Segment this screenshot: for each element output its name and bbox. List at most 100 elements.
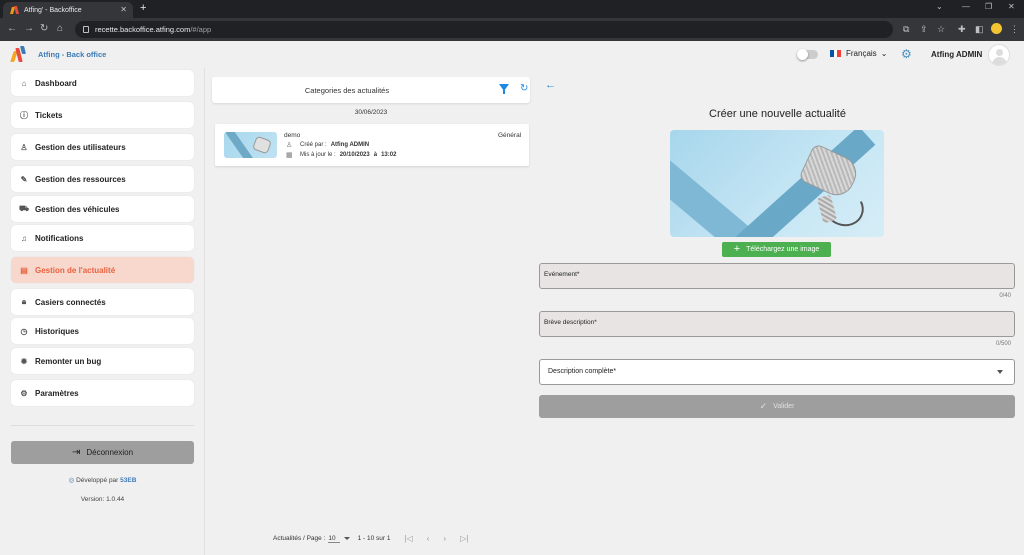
bookmark-star-icon[interactable]: ☆ (937, 24, 945, 35)
logout-icon: ⇥ (71, 447, 81, 458)
sidebar-divider (11, 425, 194, 426)
sidebar-item-label: Gestion des ressources (35, 174, 126, 184)
developer-brand[interactable]: 53EB (120, 477, 136, 484)
pagination: Actualités / Page : 10 1 - 10 sur 1 |◁ ‹… (273, 534, 468, 543)
tab-title: Atfing' - Backoffice (24, 6, 82, 14)
submit-button[interactable]: ✓ Valider (539, 395, 1015, 418)
submit-label: Valider (773, 403, 795, 410)
event-field[interactable]: Evénement* (539, 263, 1015, 289)
next-page-icon[interactable]: › (443, 534, 446, 543)
short-description-field[interactable]: Brève description* (539, 311, 1015, 337)
sidebar-item-settings[interactable]: ⚙ Paramètres (11, 380, 194, 406)
tab-close-icon[interactable]: ✕ (120, 5, 127, 14)
chevron-down-icon[interactable]: ⌄ (936, 2, 943, 11)
bug-icon: ✹ (20, 356, 28, 366)
chevron-down-icon[interactable] (343, 537, 350, 540)
side-panel-icon[interactable]: ◧ (975, 24, 984, 35)
page-range: 1 - 10 sur 1 (357, 535, 391, 542)
user-icon: ♙ (20, 142, 28, 152)
gear-icon[interactable]: ⚙ (901, 47, 912, 61)
list-item[interactable]: demo Général ♙ Créé par : Atfing ADMIN ▦… (215, 124, 529, 166)
form-title: Créer une nouvelle actualité (709, 108, 846, 120)
news-list-panel: Categories des actualités ↻ 30/06/2023 d… (205, 68, 535, 555)
sidebar-item-vehicles[interactable]: ⛟ Gestion des véhicules (11, 196, 194, 222)
sidebar-item-dashboard[interactable]: ⌂ Dashboard (11, 70, 194, 96)
app-version: Version: 1.0.44 (80, 496, 125, 503)
sidebar-item-label: Paramètres (35, 388, 79, 398)
reload-icon[interactable]: ↻ (40, 23, 48, 34)
language-label: Français (846, 49, 877, 58)
back-arrow-icon[interactable]: ← (545, 79, 556, 91)
prev-page-icon[interactable]: ‹ (427, 534, 430, 543)
check-icon: ✓ (759, 401, 768, 411)
language-select[interactable]: Français ⌄ (830, 49, 887, 58)
tab-favicon-icon (11, 6, 19, 14)
news-updated-at: ▦ Mis à jour le : 20/10/2023 à 13:02 (286, 152, 397, 159)
sidebar-item-resources[interactable]: ✎ Gestion des ressources (11, 166, 194, 192)
browser-tab[interactable]: Atfing' - Backoffice ✕ (3, 2, 133, 18)
window-close-icon[interactable]: ✕ (1008, 2, 1015, 11)
extensions-icon[interactable]: ✚ (958, 24, 966, 35)
upload-image-label: Téléchargez une image (746, 246, 820, 253)
url-host: recette.backoffice.atfing.com (95, 25, 191, 34)
url-input[interactable]: recette.backoffice.atfing.com /#/app (75, 21, 893, 38)
theme-toggle[interactable] (797, 49, 818, 60)
full-description-select[interactable]: Description complète* (539, 359, 1015, 385)
sidebar-item-label: Gestion des utilisateurs (35, 142, 126, 152)
per-page-label: Actualités / Page : (273, 535, 326, 542)
user-name: Atfing ADMIN (931, 50, 983, 59)
app-header: Atfing - Back office Français ⌄ ⚙ Atfing… (0, 41, 1024, 68)
plus-icon: + (733, 243, 741, 255)
browser-address-bar: ← → ↻ ⌂ recette.backoffice.atfing.com /#… (0, 18, 1024, 41)
chevron-down-icon: ⌄ (880, 49, 888, 58)
sidebar: ⌂ Dashboard ⓘ Tickets ♙ Gestion des util… (0, 68, 205, 555)
truck-icon: ⛟ (18, 204, 30, 213)
lock-icon (83, 26, 89, 33)
news-image-preview (670, 130, 884, 237)
sidebar-item-tickets[interactable]: ⓘ Tickets (11, 102, 194, 128)
browser-tabbar: Atfing' - Backoffice ✕ + ⌄ — ❐ ✕ (0, 0, 1024, 18)
install-app-icon[interactable]: ⧉ (903, 24, 909, 35)
history-icon: ◷ (20, 326, 28, 336)
sidebar-item-label: Tickets (35, 110, 63, 120)
home-icon: ⌂ (21, 78, 27, 88)
url-path: /#/app (190, 25, 212, 34)
sidebar-item-history[interactable]: ◷ Historiques (11, 318, 194, 344)
sidebar-item-users[interactable]: ♙ Gestion des utilisateurs (11, 134, 194, 160)
last-page-icon[interactable]: ▷| (460, 534, 468, 543)
pencil-icon: ✎ (20, 174, 28, 184)
sidebar-item-report-bug[interactable]: ✹ Remonter un bug (11, 348, 194, 374)
sidebar-item-label: Historiques (35, 326, 80, 336)
news-name: demo (284, 132, 301, 139)
upload-image-button[interactable]: + Téléchargez une image (722, 242, 831, 257)
event-counter: 0/40 (999, 293, 1011, 299)
app-logo (10, 46, 26, 62)
logout-button[interactable]: ⇥ Déconnexion (11, 441, 194, 464)
browser-profile-icon[interactable] (991, 23, 1002, 34)
per-page-select[interactable]: 10 (328, 535, 340, 543)
browser-menu-icon[interactable]: ⋮ (1010, 24, 1019, 35)
news-created-by: ♙ Créé par : Atfing ADMIN (286, 142, 370, 149)
info-icon: ◎ (68, 477, 75, 484)
sidebar-item-lockers[interactable]: 🔒︎ Casiers connectés (11, 289, 194, 315)
sidebar-item-news[interactable]: ▤ Gestion de l'actualité (11, 257, 194, 283)
minimize-icon[interactable]: — (962, 2, 970, 11)
share-icon[interactable]: ⇪ (920, 24, 928, 35)
list-header: Categories des actualités ↻ (212, 77, 530, 103)
restore-icon[interactable]: ❐ (985, 2, 992, 11)
forward-nav-icon[interactable]: → (24, 23, 34, 34)
list-group-date: 30/06/2023 (354, 109, 388, 116)
avatar[interactable] (988, 44, 1010, 66)
sidebar-item-notifications[interactable]: ♫ Notifications (11, 225, 194, 251)
first-page-icon[interactable]: |◁ (405, 534, 413, 543)
calendar-icon: ▦ (286, 152, 293, 159)
newspaper-icon: ▤ (20, 265, 28, 275)
home-nav-icon[interactable]: ⌂ (57, 23, 63, 34)
refresh-icon[interactable]: ↻ (520, 84, 528, 94)
bell-icon: ♫ (21, 233, 27, 243)
sidebar-item-label: Notifications (35, 233, 84, 243)
filter-icon[interactable] (499, 84, 509, 94)
back-nav-icon[interactable]: ← (7, 23, 17, 34)
new-tab-icon[interactable]: + (140, 2, 146, 14)
person-icon: ♙ (286, 142, 293, 149)
